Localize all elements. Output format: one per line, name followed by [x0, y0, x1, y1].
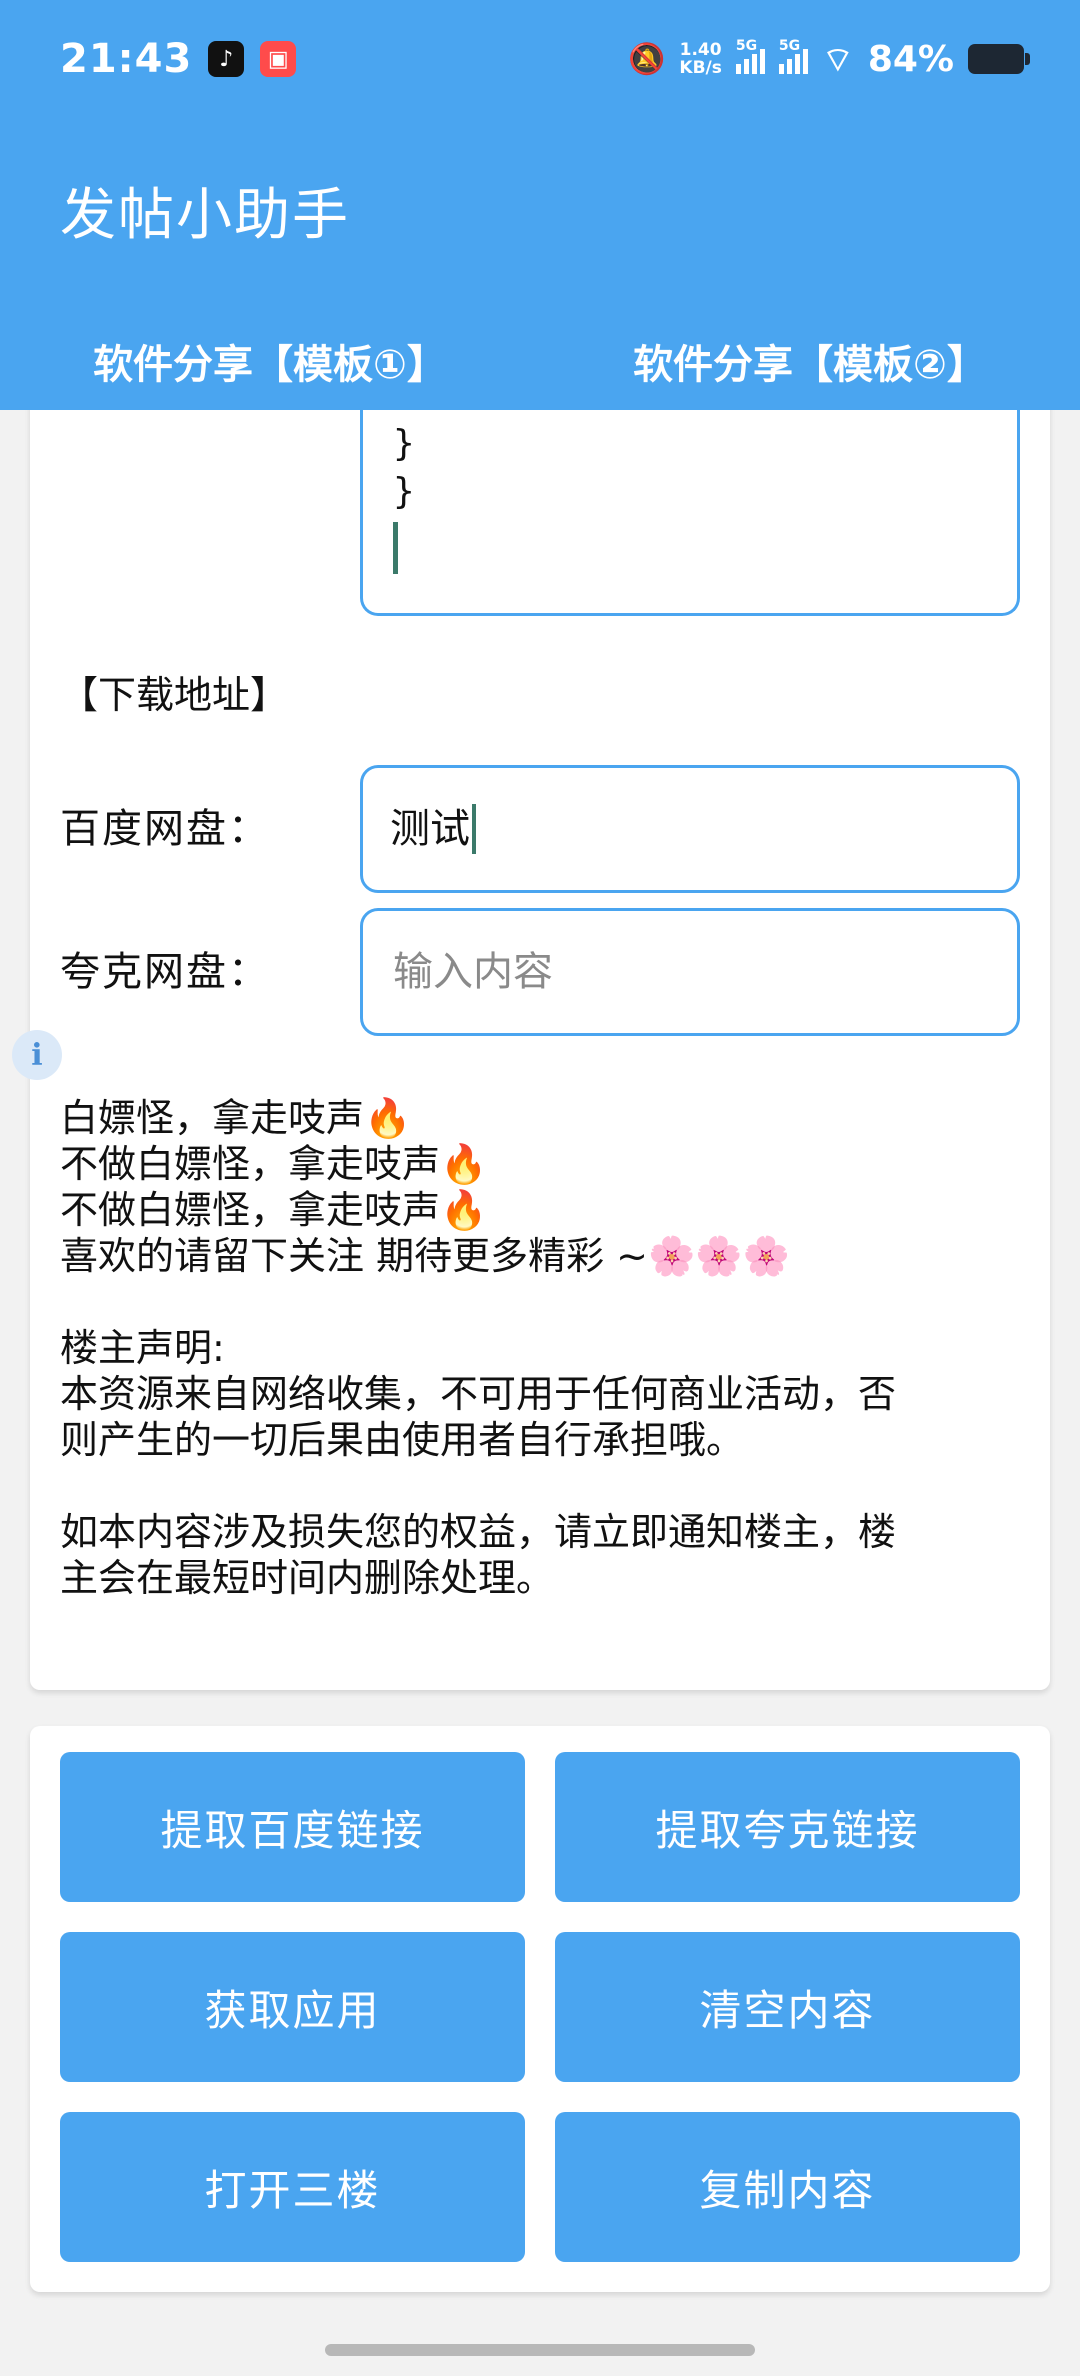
status-right: 🔕 1.40 KB/s 5G 5G ⌔ 84% [628, 38, 1030, 81]
signal-2-tag: 5G [778, 38, 801, 54]
notice-line: 主会在最短时间内删除处理。 [60, 1556, 555, 1600]
fire-icon: 🔥 [364, 1096, 412, 1140]
home-indicator[interactable] [325, 2344, 755, 2356]
post-body-text: 白嫖怪，拿走吱声🔥 不做白嫖怪，拿走吱声🔥 不做白嫖怪，拿走吱声🔥 喜欢的请留下… [60, 1095, 1020, 1601]
body-line: 喜欢的请留下关注 期待更多精彩 ~ [60, 1234, 648, 1278]
flower-icons: 🌸🌸🌸 [648, 1234, 790, 1278]
download-section-label: 【下载地址】 [60, 673, 289, 717]
clear-content-button[interactable]: 清空内容 [555, 1932, 1020, 2082]
app-bar: 21:43 ♪ ▣ 🔕 1.40 KB/s 5G 5G ⌔ 84% 发帖小助手 … [0, 0, 1080, 410]
baidu-row: 百度网盘： 测试 [60, 765, 1020, 893]
extract-quark-link-button[interactable]: 提取夸克链接 [555, 1752, 1020, 1902]
battery-icon [968, 44, 1030, 74]
content-card: } } 【下载地址】 百度网盘： 测试 夸克网盘： 白嫖怪，拿走吱声🔥 不做白嫖… [30, 380, 1050, 1690]
code-line: } [393, 471, 415, 512]
body-line: 白嫖怪，拿走吱声 [60, 1096, 365, 1140]
baidu-value-text: 测试 [390, 806, 470, 852]
baidu-label: 百度网盘： [60, 806, 270, 852]
template-tabs: 软件分享【模板①】 软件分享【模板②】 [0, 320, 1080, 410]
disclaimer-line: 本资源来自网络收集，不可用于任何商业活动，否 [60, 1372, 897, 1416]
signal-1-icon: 5G [735, 38, 765, 74]
network-speed: 1.40 KB/s [679, 41, 721, 77]
tab-template-2[interactable]: 软件分享【模板②】 [540, 320, 1080, 410]
battery-percent: 84% [867, 38, 954, 80]
copy-content-button[interactable]: 复制内容 [555, 2112, 1020, 2262]
network-speed-value: 1.40 [679, 40, 722, 60]
fire-icon: 🔥 [440, 1142, 488, 1186]
fire-icon: 🔥 [440, 1188, 488, 1232]
body-line: 不做白嫖怪，拿走吱声 [60, 1142, 441, 1186]
action-button-panel: 提取百度链接 提取夸克链接 获取应用 清空内容 打开三楼 复制内容 [30, 1726, 1050, 2292]
code-textarea[interactable]: } } [360, 380, 1020, 616]
app-title: 发帖小助手 [60, 183, 350, 248]
extract-baidu-link-button[interactable]: 提取百度链接 [60, 1752, 525, 1902]
signal-2-icon: 5G [778, 38, 808, 74]
status-left: 21:43 ♪ ▣ [60, 36, 297, 82]
disclaimer-title: 楼主声明: [60, 1326, 225, 1370]
tiktok-icon: ♪ [208, 41, 245, 77]
network-speed-unit: KB/s [679, 58, 722, 78]
disclaimer-line: 则产生的一切后果由使用者自行承担哦。 [60, 1418, 745, 1462]
quark-input[interactable] [360, 908, 1020, 1036]
notification-app-icon: ▣ [260, 41, 297, 77]
mute-bell-icon: 🔕 [628, 41, 666, 77]
code-line: } [393, 423, 415, 464]
text-cursor [472, 804, 476, 854]
open-third-floor-button[interactable]: 打开三楼 [60, 2112, 525, 2262]
wifi-icon: ⌔ [821, 39, 854, 80]
tab-template-1[interactable]: 软件分享【模板①】 [0, 320, 540, 410]
body-line: 不做白嫖怪，拿走吱声 [60, 1188, 441, 1232]
signal-1-tag: 5G [735, 38, 758, 54]
baidu-input-value: 测试 [390, 765, 476, 893]
screen: 21:43 ♪ ▣ 🔕 1.40 KB/s 5G 5G ⌔ 84% 发帖小助手 … [0, 0, 1080, 2376]
notice-line: 如本内容涉及损失您的权益，请立即通知楼主，楼 [60, 1510, 897, 1554]
quark-row: 夸克网盘： [60, 908, 1020, 1036]
status-bar: 21:43 ♪ ▣ 🔕 1.40 KB/s 5G 5G ⌔ 84% [0, 0, 1080, 118]
info-icon[interactable]: i [12, 1030, 62, 1080]
quark-label: 夸克网盘： [60, 949, 270, 995]
text-cursor [393, 522, 398, 574]
get-app-button[interactable]: 获取应用 [60, 1932, 525, 2082]
status-time: 21:43 [60, 36, 193, 82]
